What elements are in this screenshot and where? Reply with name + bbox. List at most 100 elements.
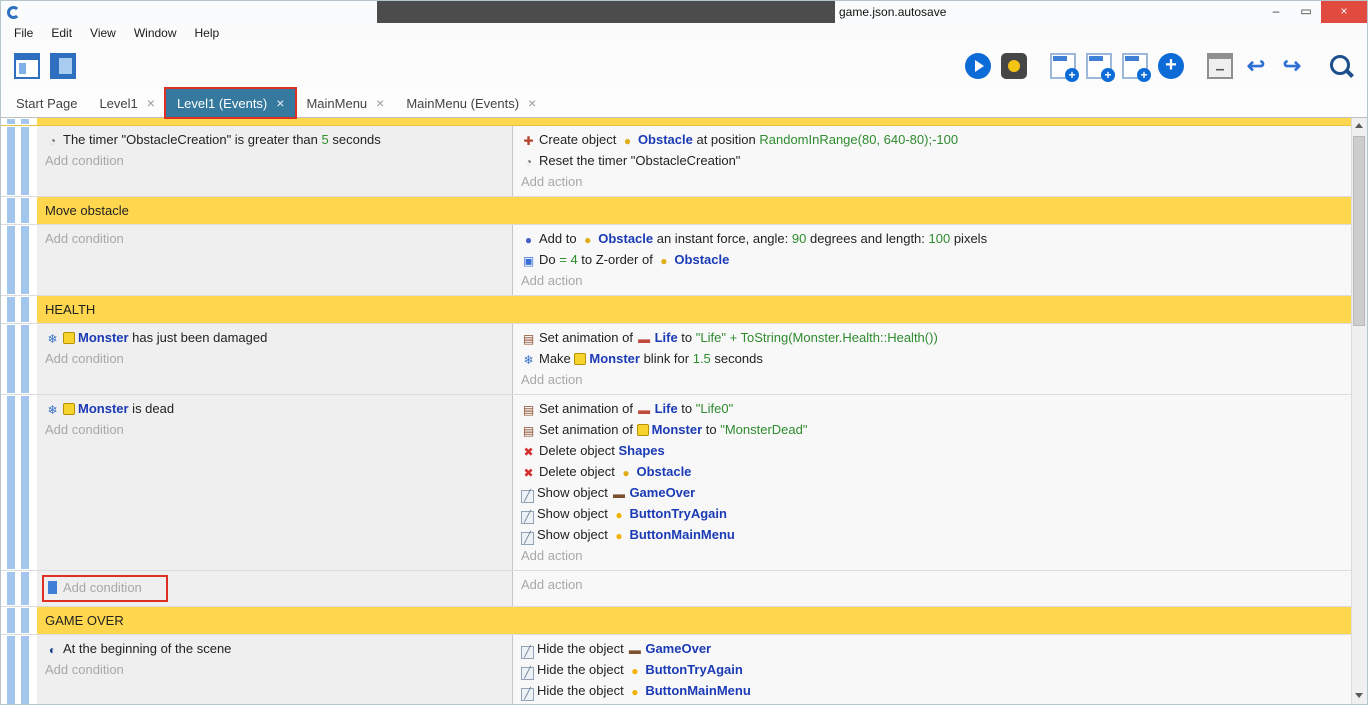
event-selection-bar[interactable] <box>7 572 15 605</box>
add-action-link[interactable]: Add action <box>521 172 1343 192</box>
play-icon[interactable] <box>965 53 991 79</box>
comment-text[interactable]: Move obstacle <box>37 197 1351 224</box>
condition-line[interactable]: ❄Monster is dead <box>45 399 504 420</box>
action-line[interactable]: ╱Hide the object ●ButtonTryAgain <box>521 660 1343 681</box>
add-action-link[interactable]: Add action <box>521 271 1343 291</box>
event-selection-bar[interactable] <box>21 226 29 294</box>
search-icon[interactable] <box>1328 53 1354 79</box>
condition-line[interactable]: ◔The timer "ObstacleCreation" is greater… <box>45 130 504 151</box>
maximize-button[interactable]: ▭ <box>1291 1 1321 23</box>
project-manager-icon[interactable] <box>14 53 40 79</box>
event-block[interactable]: Add condition ●Add to ●Obstacle an instan… <box>1 225 1351 296</box>
add-condition-link[interactable]: Add condition <box>42 575 168 602</box>
event-selection-bar[interactable] <box>7 119 15 124</box>
action-line[interactable]: ╱Show object ●ButtonTryAgain <box>521 504 1343 525</box>
event-selection-bar[interactable] <box>21 119 29 124</box>
condition-line[interactable]: ◐At the beginning of the scene <box>45 639 504 660</box>
scroll-thumb[interactable] <box>1353 136 1365 326</box>
close-tab-icon[interactable]: × <box>147 95 155 111</box>
event-block[interactable]: ❄Monster is deadAdd condition▤Set animat… <box>1 395 1351 571</box>
action-line[interactable]: ╱Show object ●ButtonMainMenu <box>521 525 1343 546</box>
menu-item-help[interactable]: Help <box>186 26 229 40</box>
event-block[interactable]: Add condition Add action <box>1 571 1351 607</box>
action-line[interactable]: ╱Hide the object ●ButtonMainMenu <box>521 681 1343 702</box>
add-action-link[interactable]: Add action <box>521 546 1343 566</box>
close-tab-icon[interactable]: × <box>276 95 284 111</box>
add-condition-link[interactable]: Add condition <box>45 349 504 369</box>
scroll-up-button[interactable] <box>1352 118 1367 134</box>
action-line[interactable]: ▣Do = 4 to Z-order of ●Obstacle <box>521 250 1343 271</box>
menu-item-window[interactable]: Window <box>125 26 186 40</box>
add-action-link[interactable]: Add action <box>521 370 1343 390</box>
action-line[interactable]: ●Add to ●Obstacle an instant force, angl… <box>521 229 1343 250</box>
event-selection-bar[interactable] <box>7 608 15 633</box>
actions-cell[interactable]: ✚Create object ●Obstacle at position Ran… <box>513 126 1351 196</box>
event-selection-bar[interactable] <box>21 608 29 633</box>
add-object-icon[interactable] <box>1158 53 1184 79</box>
action-line[interactable]: ✚Create object ●Obstacle at position Ran… <box>521 130 1343 151</box>
comment-row[interactable] <box>1 118 1351 126</box>
minimize-button[interactable]: – <box>1261 1 1291 23</box>
tab-level1-events[interactable]: Level1 (Events) × <box>166 89 296 117</box>
scroll-down-button[interactable] <box>1352 688 1367 704</box>
action-line[interactable]: ▤Set animation of Monster to "MonsterDea… <box>521 420 1343 441</box>
undo-icon[interactable]: ↩ <box>1243 53 1269 79</box>
add-action-link[interactable]: Add action <box>521 575 1343 595</box>
event-selection-bar[interactable] <box>21 198 29 223</box>
redo-icon[interactable]: ↪ <box>1279 53 1305 79</box>
action-line[interactable]: ✖Delete object ●Obstacle <box>521 462 1343 483</box>
close-tab-icon[interactable]: × <box>376 95 384 111</box>
conditions-cell[interactable]: Add condition <box>37 571 513 606</box>
actions-cell[interactable]: ▤Set animation of ▬Life to "Life" + ToSt… <box>513 324 1351 394</box>
event-selection-bar[interactable] <box>7 325 15 393</box>
event-selection-bar[interactable] <box>7 198 15 223</box>
tab-mainmenu-events[interactable]: MainMenu (Events) × <box>395 89 547 117</box>
add-scene-icon[interactable] <box>1050 53 1076 79</box>
event-block[interactable]: ❄Monster has just been damagedAdd condit… <box>1 324 1351 395</box>
event-block[interactable]: ◔The timer "ObstacleCreation" is greater… <box>1 126 1351 197</box>
action-line[interactable]: ╱Show object ▬GameOver <box>521 483 1343 504</box>
close-tab-icon[interactable]: × <box>528 95 536 111</box>
actions-cell[interactable]: Add action <box>513 571 1351 606</box>
action-line[interactable]: ◔Reset the timer "ObstacleCreation" <box>521 151 1343 172</box>
action-line[interactable]: ╱Hide the object ▬GameOver <box>521 639 1343 660</box>
comment-row[interactable]: Move obstacle <box>1 197 1351 225</box>
conditions-cell[interactable]: ◔The timer "ObstacleCreation" is greater… <box>37 126 513 196</box>
actions-cell[interactable]: ●Add to ●Obstacle an instant force, angl… <box>513 225 1351 295</box>
add-condition-link[interactable]: Add condition <box>45 151 504 171</box>
event-block[interactable]: ◐At the beginning of the sceneAdd condit… <box>1 635 1351 704</box>
conditions-cell[interactable]: Add condition <box>37 225 513 295</box>
add-external-events-icon[interactable] <box>1086 53 1112 79</box>
vertical-scrollbar[interactable] <box>1351 118 1367 704</box>
start-page-icon[interactable] <box>50 53 76 79</box>
event-selection-bar[interactable] <box>21 127 29 195</box>
comment-text[interactable] <box>37 118 1351 125</box>
condition-line[interactable]: ❄Monster has just been damaged <box>45 328 504 349</box>
event-selection-bar[interactable] <box>7 127 15 195</box>
comment-row[interactable]: GAME OVER <box>1 607 1351 635</box>
event-selection-bar[interactable] <box>7 297 15 322</box>
actions-cell[interactable]: ▤Set animation of ▬Life to "Life0"▤Set a… <box>513 395 1351 570</box>
conditions-cell[interactable]: ◐At the beginning of the sceneAdd condit… <box>37 635 513 704</box>
tab-mainmenu[interactable]: MainMenu × <box>295 89 395 117</box>
actions-cell[interactable]: ╱Hide the object ▬GameOver╱Hide the obje… <box>513 635 1351 704</box>
debug-icon[interactable] <box>1001 53 1027 79</box>
menu-item-edit[interactable]: Edit <box>42 26 81 40</box>
add-condition-link[interactable]: Add condition <box>45 660 504 680</box>
event-selection-bar[interactable] <box>7 226 15 294</box>
action-line[interactable]: ▤Set animation of ▬Life to "Life" + ToSt… <box>521 328 1343 349</box>
event-selection-bar[interactable] <box>21 325 29 393</box>
close-button[interactable]: × <box>1321 1 1367 23</box>
event-selection-bar[interactable] <box>7 396 15 569</box>
event-selection-bar[interactable] <box>21 572 29 605</box>
comment-text[interactable]: HEALTH <box>37 296 1351 323</box>
event-selection-bar[interactable] <box>21 297 29 322</box>
menu-item-file[interactable]: File <box>5 26 42 40</box>
conditions-cell[interactable]: ❄Monster has just been damagedAdd condit… <box>37 324 513 394</box>
menu-item-view[interactable]: View <box>81 26 125 40</box>
add-external-layout-icon[interactable] <box>1122 53 1148 79</box>
add-action-link[interactable]: Add action <box>521 702 1343 704</box>
tab-start-page[interactable]: Start Page <box>5 89 88 117</box>
add-condition-link[interactable]: Add condition <box>45 229 504 249</box>
events-sheet[interactable]: ◔The timer "ObstacleCreation" is greater… <box>1 118 1351 704</box>
